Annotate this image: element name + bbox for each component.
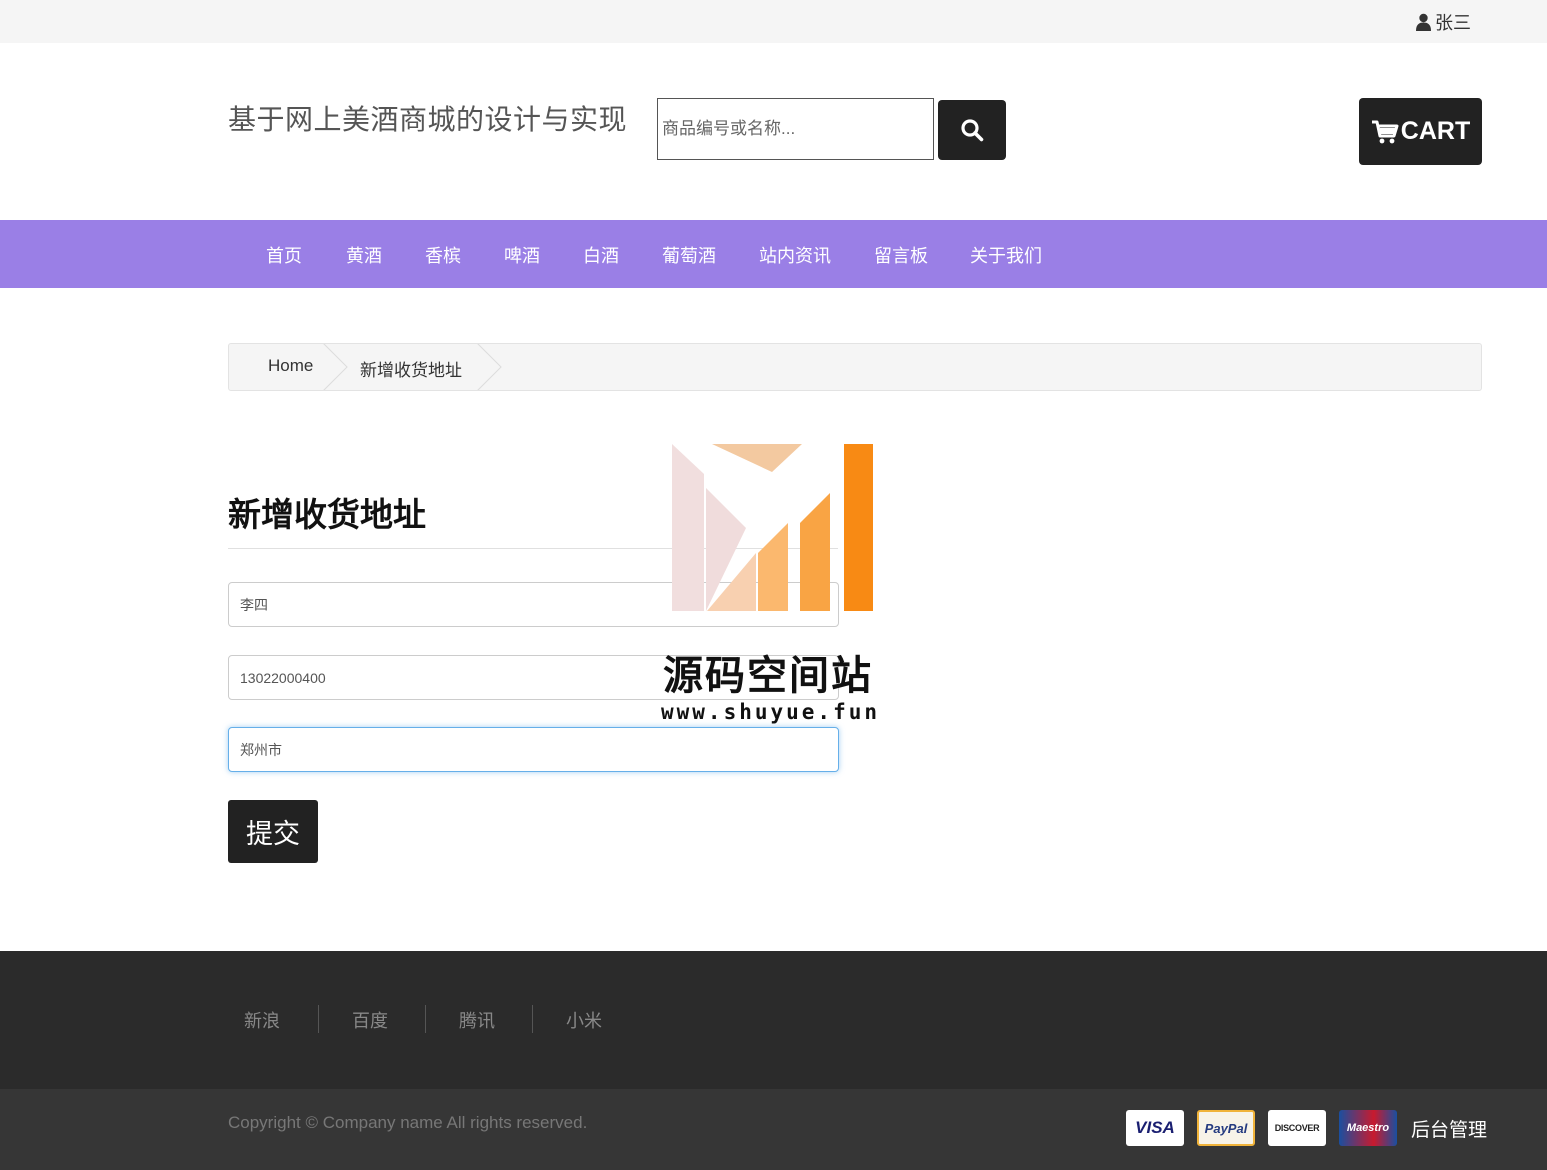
breadcrumb-separator [323,344,348,390]
footer-divider [318,1005,319,1033]
recipient-name-field[interactable] [228,582,839,627]
nav-item-beer[interactable]: 啤酒 [504,242,540,268]
submit-button[interactable]: 提交 [228,800,318,863]
page-title: 新增收货地址 [228,496,426,533]
main-nav: 首页 黄酒 香槟 啤酒 白酒 葡萄酒 站内资讯 留言板 关于我们 [0,220,1547,288]
maestro-icon: Maestro [1339,1110,1397,1146]
heading-divider [228,548,838,549]
nav-item-message-board[interactable]: 留言板 [874,242,928,268]
footer-link-sina[interactable]: 新浪 [244,1007,280,1033]
nav-item-home[interactable]: 首页 [266,242,302,268]
breadcrumb-separator [477,344,502,390]
breadcrumb-current: 新增收货地址 [360,361,462,380]
top-bar: 张三 [0,0,1547,43]
footer-link-baidu[interactable]: 百度 [352,1007,388,1033]
address-field[interactable] [228,727,839,772]
admin-link[interactable]: 后台管理 [1411,1115,1487,1142]
footer-bottom-bar: Copyright © Company name All rights rese… [0,1089,1547,1170]
search-input[interactable] [657,98,934,160]
visa-icon: VISA [1126,1110,1184,1146]
breadcrumb-home[interactable]: Home [268,356,313,376]
nav-item-huangjiu[interactable]: 黄酒 [346,242,382,268]
footer-link-xiaomi[interactable]: 小米 [566,1007,602,1033]
user-icon [1416,13,1431,31]
cart-icon [1371,120,1399,143]
cart-label: CART [1400,117,1471,145]
footer-divider [532,1005,533,1033]
nav-item-about[interactable]: 关于我们 [970,242,1042,268]
footer-divider [425,1005,426,1033]
nav-item-news[interactable]: 站内资讯 [759,242,831,268]
nav-item-baijiu[interactable]: 白酒 [583,242,619,268]
cart-button[interactable]: CART [1359,98,1482,165]
watermark-text: 源码空间站 [663,654,873,698]
user-menu-link[interactable]: 张三 [1415,9,1471,35]
footer-links-bar: 新浪 百度 腾讯 小米 [0,951,1547,1089]
discover-icon: DISCOVER [1268,1110,1326,1146]
nav-item-wine[interactable]: 葡萄酒 [662,242,716,268]
user-name: 张三 [1435,13,1471,33]
search-button[interactable] [938,100,1006,160]
site-title[interactable]: 基于网上美酒商城的设计与实现 [228,98,627,138]
watermark-url: www.shuyue.fun [661,700,881,724]
breadcrumb: Home 新增收货地址 [228,343,1482,391]
paypal-icon: PayPal [1197,1110,1255,1146]
copyright-text: Copyright © Company name All rights rese… [228,1113,588,1132]
footer-link-tencent[interactable]: 腾讯 [459,1007,495,1033]
nav-item-champagne[interactable]: 香槟 [425,242,461,268]
search-icon [961,119,984,142]
